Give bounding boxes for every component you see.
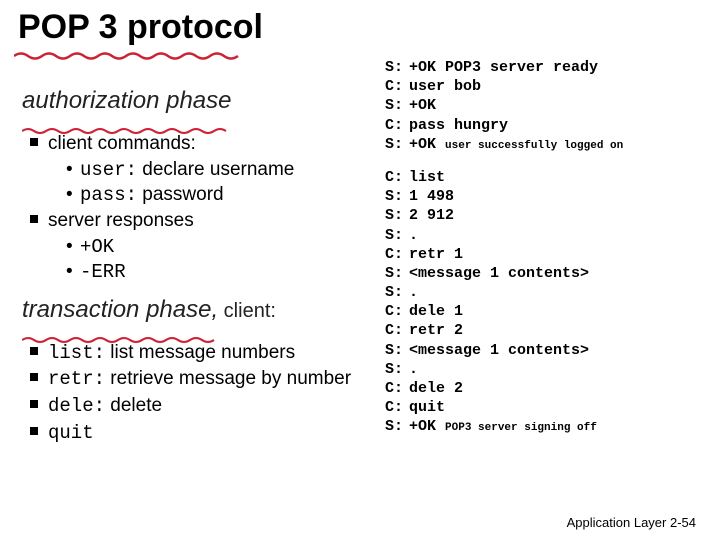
session-line: C:user bob bbox=[385, 77, 715, 96]
session-line: C:retr 1 bbox=[385, 245, 715, 264]
session-line: S:1 498 bbox=[385, 187, 715, 206]
trans-suffix: client: bbox=[218, 300, 276, 322]
list-cmd: list: bbox=[48, 342, 105, 364]
line-text: dele 1 bbox=[409, 303, 463, 320]
footer-chapter: Application Layer bbox=[567, 515, 670, 530]
role: S: bbox=[385, 360, 409, 379]
role: C: bbox=[385, 245, 409, 264]
err-code: -ERR bbox=[80, 261, 126, 283]
quit-cmd: quit bbox=[48, 422, 94, 444]
role: S: bbox=[385, 58, 409, 77]
client-commands-label: client commands: bbox=[48, 133, 196, 154]
role: S: bbox=[385, 264, 409, 283]
trans-heading: transaction phase, client: bbox=[22, 295, 372, 325]
role: C: bbox=[385, 398, 409, 417]
line-text: pass hungry bbox=[409, 117, 508, 134]
quit-cmd-item: quit bbox=[30, 421, 372, 446]
line-text: +OK bbox=[409, 418, 445, 435]
trans-heading-text: transaction phase, bbox=[22, 296, 218, 323]
auth-underline bbox=[22, 118, 232, 126]
role: S: bbox=[385, 283, 409, 302]
line-text: 1 498 bbox=[409, 188, 454, 205]
server-responses-label: server responses bbox=[48, 210, 194, 231]
retr-cmd-item: retr: retrieve message by number bbox=[30, 367, 372, 392]
line-text: list bbox=[409, 169, 445, 186]
slide-footer: Application Layer 2-54 bbox=[567, 515, 696, 530]
line-small: POP3 server signing off bbox=[445, 422, 597, 434]
retr-cmd: retr: bbox=[48, 368, 105, 390]
session-line: S:. bbox=[385, 226, 715, 245]
session-transcript: S:+OK POP3 server ready C:user bob S:+OK… bbox=[385, 58, 715, 437]
role: S: bbox=[385, 206, 409, 225]
role: S: bbox=[385, 341, 409, 360]
dele-cmd: dele: bbox=[48, 395, 105, 417]
pass-cmd-item: pass: password bbox=[66, 183, 372, 208]
session-line: S:<message 1 contents> bbox=[385, 341, 715, 360]
role: C: bbox=[385, 302, 409, 321]
session-line: S:. bbox=[385, 283, 715, 302]
user-cmd: user: bbox=[80, 159, 137, 181]
line-text: retr 1 bbox=[409, 246, 463, 263]
line-text: +OK POP3 server ready bbox=[409, 59, 598, 76]
role: S: bbox=[385, 417, 409, 436]
trans-underline bbox=[22, 327, 222, 335]
session-line: S:+OK POP3 server ready bbox=[385, 58, 715, 77]
line-text: . bbox=[409, 227, 418, 244]
session-line: C:retr 2 bbox=[385, 321, 715, 340]
line-text: 2 912 bbox=[409, 207, 454, 224]
list-desc: list message numbers bbox=[105, 342, 295, 363]
user-cmd-item: user: declare username bbox=[66, 158, 372, 183]
line-text: +OK bbox=[409, 97, 436, 114]
left-column: authorization phase client commands: use… bbox=[22, 80, 372, 448]
err-item: -ERR bbox=[66, 260, 372, 285]
ok-code: +OK bbox=[80, 236, 114, 258]
role: S: bbox=[385, 187, 409, 206]
session-line: S:2 912 bbox=[385, 206, 715, 225]
role: C: bbox=[385, 321, 409, 340]
ok-item: +OK bbox=[66, 235, 372, 260]
line-text: <message 1 contents> bbox=[409, 265, 589, 282]
line-small: user successfully logged on bbox=[445, 140, 623, 152]
line-text: quit bbox=[409, 399, 445, 416]
session-line: C:list bbox=[385, 168, 715, 187]
session-line: C:pass hungry bbox=[385, 116, 715, 135]
pass-desc: password bbox=[137, 184, 224, 205]
dele-cmd-item: dele: delete bbox=[30, 394, 372, 419]
line-text: +OK bbox=[409, 136, 445, 153]
line-text: . bbox=[409, 284, 418, 301]
line-text: dele 2 bbox=[409, 380, 463, 397]
server-responses-item: server responses +OK -ERR bbox=[30, 209, 372, 284]
dele-desc: delete bbox=[105, 395, 162, 416]
role: C: bbox=[385, 116, 409, 135]
client-commands-item: client commands: user: declare username … bbox=[30, 132, 372, 207]
line-text: retr 2 bbox=[409, 322, 463, 339]
slide-title: POP 3 protocol bbox=[18, 8, 263, 47]
list-cmd-item: list: list message numbers bbox=[30, 341, 372, 366]
session-line: C:dele 2 bbox=[385, 379, 715, 398]
retr-desc: retrieve message by number bbox=[105, 368, 351, 389]
role: C: bbox=[385, 379, 409, 398]
session-line: S:+OK user successfully logged on bbox=[385, 135, 715, 154]
session-line: C:quit bbox=[385, 398, 715, 417]
line-text: <message 1 contents> bbox=[409, 342, 589, 359]
line-text: . bbox=[409, 361, 418, 378]
pass-cmd: pass: bbox=[80, 184, 137, 206]
session-line: S:+OK bbox=[385, 96, 715, 115]
role: C: bbox=[385, 168, 409, 187]
role: S: bbox=[385, 96, 409, 115]
session-line: C:dele 1 bbox=[385, 302, 715, 321]
line-text: user bob bbox=[409, 78, 481, 95]
trans-block: C:list S:1 498 S:2 912 S:. C:retr 1 S:<m… bbox=[385, 168, 715, 437]
session-line: S:+OK POP3 server signing off bbox=[385, 417, 715, 436]
auth-heading: authorization phase bbox=[22, 86, 372, 116]
user-desc: declare username bbox=[137, 159, 294, 180]
session-line: S:<message 1 contents> bbox=[385, 264, 715, 283]
session-line: S:. bbox=[385, 360, 715, 379]
role: C: bbox=[385, 77, 409, 96]
footer-page: 2-54 bbox=[670, 515, 696, 530]
auth-block: S:+OK POP3 server ready C:user bob S:+OK… bbox=[385, 58, 715, 154]
title-underline bbox=[14, 48, 244, 58]
role: S: bbox=[385, 135, 409, 154]
role: S: bbox=[385, 226, 409, 245]
